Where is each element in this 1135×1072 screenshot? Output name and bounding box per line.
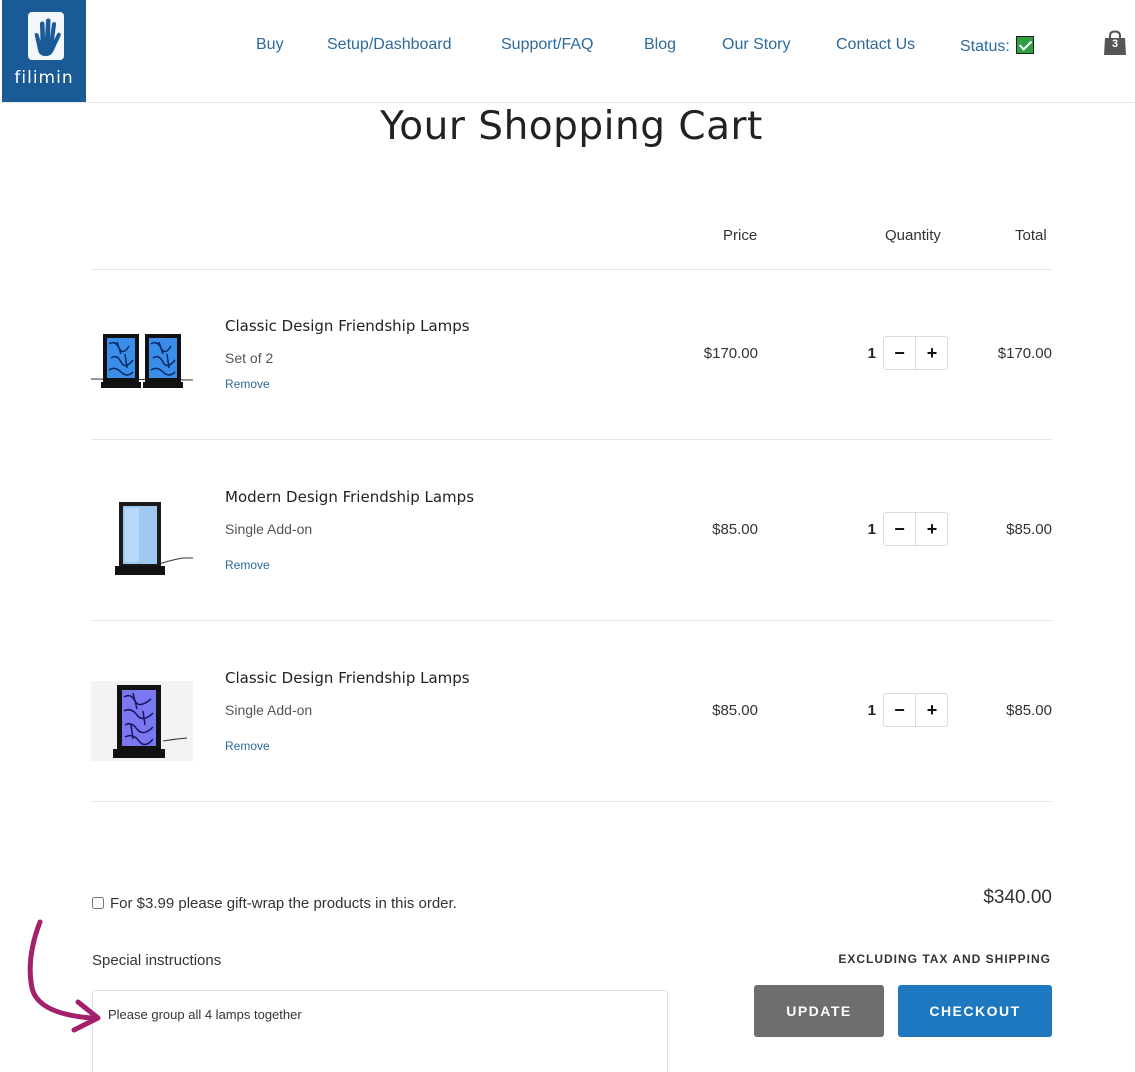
nav-setup-dashboard[interactable]: Setup/Dashboard (327, 36, 452, 54)
site-header: filimin Buy Setup/Dashboard Support/FAQ … (0, 0, 1135, 103)
modern-lamp-image[interactable] (91, 498, 193, 578)
column-header-price: Price (723, 227, 758, 244)
item-variant: Set of 2 (225, 350, 274, 366)
cart-row: Classic Design Friendship Lamps Single A… (91, 621, 1052, 802)
quantity-stepper: − + (883, 336, 948, 370)
remove-item-link[interactable]: Remove (225, 377, 270, 391)
item-name[interactable]: Modern Design Friendship Lamps (225, 488, 474, 506)
quantity-stepper: − + (883, 693, 948, 727)
quantity-stepper: − + (883, 512, 948, 546)
nav-status[interactable]: Status: (960, 36, 1034, 56)
item-quantity: 1 (867, 702, 876, 719)
decrease-quantity-button[interactable]: − (884, 513, 916, 545)
checkout-button[interactable]: CHECKOUT (898, 985, 1052, 1037)
classic-lamp-pair-image[interactable] (91, 314, 193, 394)
cart-row: Modern Design Friendship Lamps Single Ad… (91, 440, 1052, 621)
item-name[interactable]: Classic Design Friendship Lamps (225, 669, 470, 687)
item-price: $170.00 (703, 345, 758, 362)
item-price: $85.00 (712, 702, 758, 719)
item-quantity: 1 (867, 521, 876, 538)
special-instructions-input[interactable] (92, 990, 668, 1072)
item-line-total: $170.00 (997, 345, 1052, 362)
item-price: $85.00 (712, 521, 758, 538)
column-header-total: Total (1015, 227, 1047, 244)
increase-quantity-button[interactable]: + (916, 513, 948, 545)
item-quantity: 1 (867, 345, 876, 362)
nav-support-faq[interactable]: Support/FAQ (501, 36, 594, 54)
item-name[interactable]: Classic Design Friendship Lamps (225, 317, 470, 335)
classic-lamp-image[interactable] (91, 681, 193, 761)
logo-wordmark: filimin (14, 68, 74, 88)
cart-subtotal: $340.00 (983, 887, 1052, 908)
item-line-total: $85.00 (1006, 521, 1052, 538)
gift-wrap-option[interactable]: For $3.99 please gift-wrap the products … (92, 895, 457, 912)
increase-quantity-button[interactable]: + (916, 694, 948, 726)
increase-quantity-button[interactable]: + (916, 337, 948, 369)
remove-item-link[interactable]: Remove (225, 558, 270, 572)
nav-blog[interactable]: Blog (644, 36, 676, 54)
nav-contact-us[interactable]: Contact Us (836, 36, 915, 54)
item-variant: Single Add-on (225, 702, 313, 718)
cart-count-badge: 3 (1111, 38, 1119, 50)
decrease-quantity-button[interactable]: − (884, 337, 916, 369)
cart-divider (91, 801, 1052, 802)
status-check-icon (1015, 36, 1034, 54)
hand-logo-icon (28, 12, 64, 60)
filimin-logo[interactable]: filimin (2, 0, 86, 102)
gift-wrap-label: For $3.99 please gift-wrap the products … (110, 895, 457, 912)
annotation-arrow-icon (27, 919, 101, 1033)
update-cart-button[interactable]: UPDATE (754, 985, 884, 1037)
item-variant: Single Add-on (225, 521, 313, 537)
remove-item-link[interactable]: Remove (225, 739, 270, 753)
nav-our-story[interactable]: Our Story (722, 36, 790, 54)
cart-row: Classic Design Friendship Lamps Set of 2… (91, 270, 1052, 451)
page-title: Your Shopping Cart (380, 104, 763, 149)
decrease-quantity-button[interactable]: − (884, 694, 916, 726)
column-header-quantity: Quantity (885, 227, 941, 244)
nav-status-label: Status: (960, 38, 1010, 55)
tax-shipping-note: EXCLUDING TAX AND SHIPPING (838, 952, 1051, 966)
gift-wrap-checkbox[interactable] (92, 897, 104, 909)
nav-buy[interactable]: Buy (256, 36, 284, 54)
item-line-total: $85.00 (1006, 702, 1052, 719)
